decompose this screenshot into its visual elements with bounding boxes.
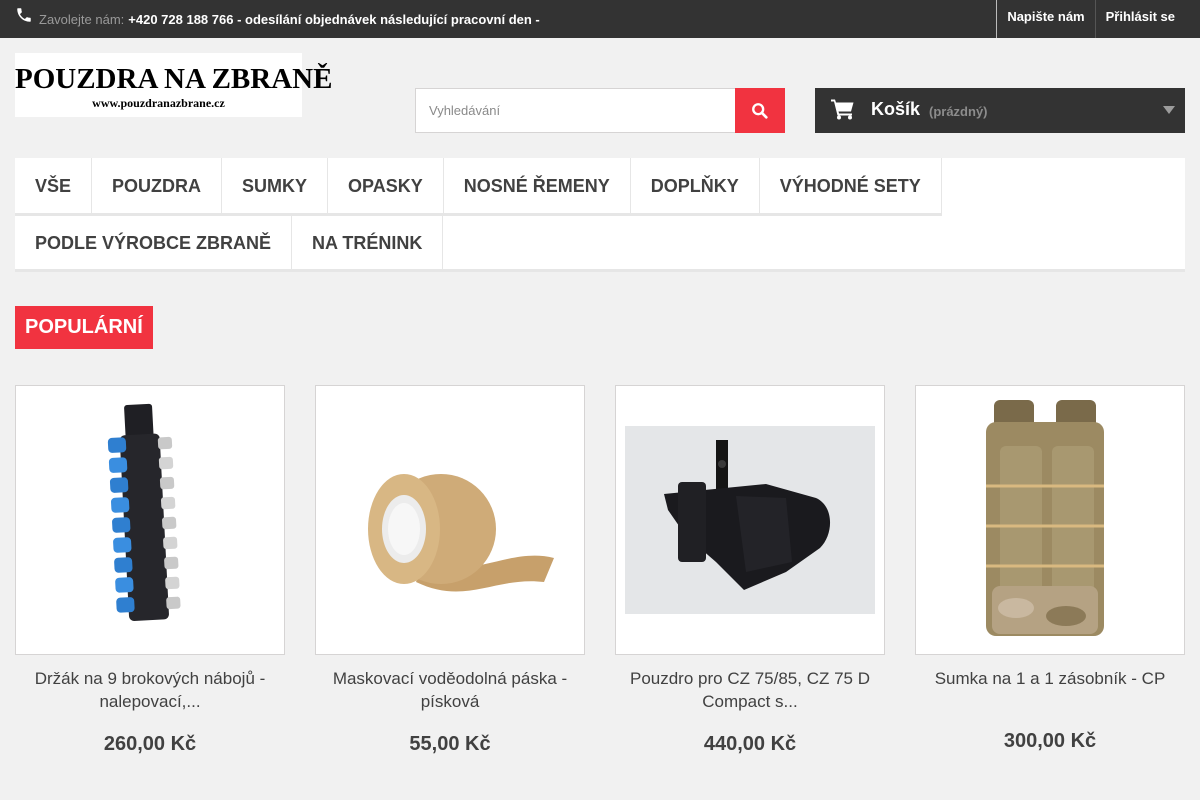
- top-bar: Zavolejte nám: +420 728 188 766 - odesíl…: [0, 0, 1200, 38]
- menu-item-sumky[interactable]: Sumky: [222, 158, 329, 214]
- menu-item-vse[interactable]: Vše: [15, 158, 93, 214]
- product-image[interactable]: [315, 385, 585, 655]
- menu-row-2: Podle výrobce zbraně Na trénink: [15, 215, 444, 272]
- contact-phone-text: +420 728 188 766 - odesílání objednávek …: [128, 11, 540, 27]
- holster-image: [625, 426, 875, 614]
- main-menu: Vše Pouzdra Sumky Opasky Nosné řemeny Do…: [15, 158, 1185, 272]
- shell-holder-image: [107, 403, 181, 621]
- product-name[interactable]: Pouzdro pro CZ 75/85, CZ 75 D Compact s.…: [615, 667, 885, 713]
- top-links: Napište nám Přihlásit se: [996, 0, 1185, 38]
- search-form: [415, 88, 785, 133]
- product-price: 55,00 Kč: [409, 733, 491, 755]
- product-image[interactable]: [615, 385, 885, 655]
- sign-in-link[interactable]: Přihlásit se: [1094, 0, 1185, 38]
- contact-label: Zavolejte nám:: [39, 11, 125, 27]
- logo-url: www.pouzdranazbrane.cz: [92, 96, 225, 110]
- magazine-pouch-image: [986, 400, 1104, 636]
- menu-item-na-trenink[interactable]: Na trénink: [292, 215, 444, 271]
- product-name[interactable]: Maskovací voděodolná páska - písková: [315, 667, 585, 713]
- menu-row-1: Vše Pouzdra Sumky Opasky Nosné řemeny Do…: [15, 158, 942, 216]
- phone-icon: [17, 8, 31, 22]
- section-title-popular: POPULÁRNÍ: [15, 306, 153, 349]
- product-image[interactable]: [915, 385, 1185, 655]
- chevron-down-icon: [1163, 106, 1175, 114]
- menu-item-opasky[interactable]: Opasky: [328, 158, 444, 214]
- product-price: 260,00 Kč: [103, 733, 197, 755]
- logo-title: POUZDRA NA ZBRANĚ: [15, 63, 333, 95]
- product-name[interactable]: Držák na 9 brokových nábojů - nalepovací…: [15, 667, 285, 713]
- product-price: 300,00 Kč: [1003, 730, 1097, 752]
- contact-info: Zavolejte nám: +420 728 188 766 - odesíl…: [15, 0, 540, 38]
- menu-item-doplnky[interactable]: Doplňky: [631, 158, 760, 214]
- menu-item-nosne-remeny[interactable]: Nosné řemeny: [444, 158, 631, 214]
- menu-item-vyhodne-sety[interactable]: Výhodné sety: [760, 158, 942, 214]
- search-icon: [752, 102, 768, 119]
- cart-title: Košík: [871, 99, 921, 119]
- product-price: 440,00 Kč: [703, 733, 797, 755]
- product-card[interactable]: Maskovací voděodolná páska - písková 55,…: [315, 385, 585, 755]
- contact-us-link[interactable]: Napište nám: [996, 0, 1094, 38]
- menu-item-pouzdra[interactable]: Pouzdra: [92, 158, 223, 214]
- cart-button[interactable]: Košík (prázdný): [815, 88, 1185, 133]
- product-card[interactable]: Pouzdro pro CZ 75/85, CZ 75 D Compact s.…: [615, 385, 885, 755]
- search-input[interactable]: [415, 88, 736, 133]
- search-button[interactable]: [735, 88, 785, 133]
- menu-item-podle-vyrobce[interactable]: Podle výrobce zbraně: [15, 215, 293, 271]
- cart-icon: [831, 99, 854, 120]
- cart-state: (prázdný): [929, 104, 988, 119]
- product-name[interactable]: Sumka na 1 a 1 zásobník - CP: [915, 667, 1185, 690]
- site-logo[interactable]: POUZDRA NA ZBRANĚ www.pouzdranazbrane.cz: [15, 53, 333, 117]
- tape-roll-image: [368, 474, 554, 592]
- product-image[interactable]: [15, 385, 285, 655]
- product-card[interactable]: Držák na 9 brokových nábojů - nalepovací…: [15, 385, 285, 755]
- product-card[interactable]: Sumka na 1 a 1 zásobník - CP 300,00 Kč: [915, 385, 1185, 752]
